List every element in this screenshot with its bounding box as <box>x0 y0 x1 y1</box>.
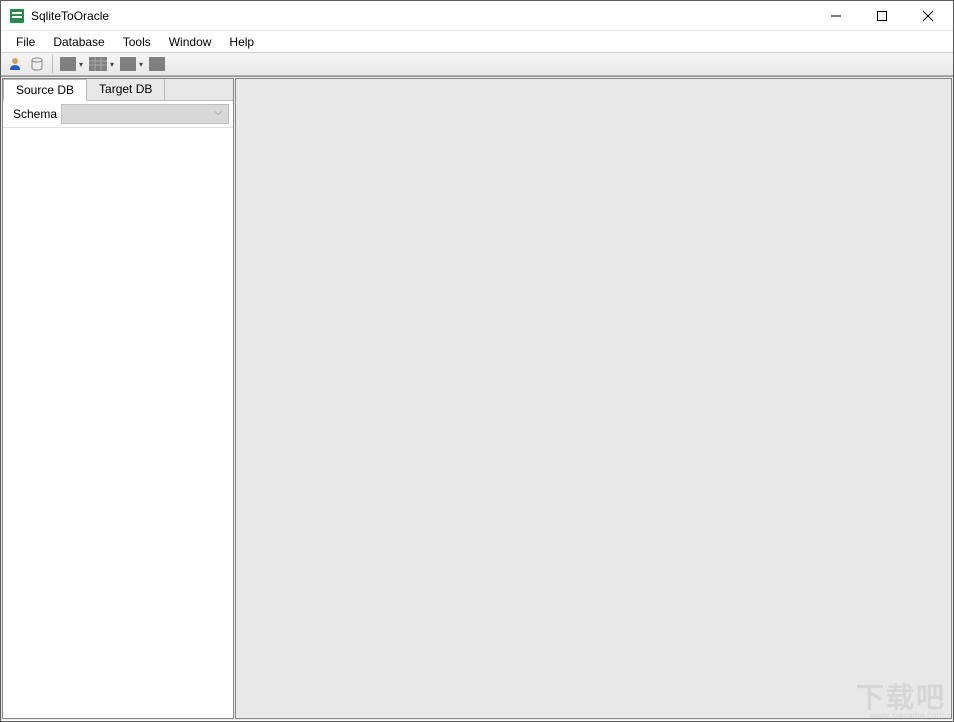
menu-tools[interactable]: Tools <box>114 33 160 51</box>
square-icon <box>149 57 165 71</box>
toolbar: ▾ ▾ ▾ <box>1 52 953 76</box>
menu-file[interactable]: File <box>7 33 44 51</box>
chevron-down-icon: ▾ <box>79 60 83 69</box>
sidebar-tabs: Source DB Target DB <box>3 79 233 101</box>
window-title: SqliteToOracle <box>31 9 813 23</box>
toolbar-dropdown-1[interactable]: ▾ <box>58 57 85 71</box>
main-workspace <box>235 78 952 719</box>
content-area: Source DB Target DB Schema <box>1 76 953 720</box>
toolbar-db-icon[interactable] <box>27 54 47 74</box>
square-icon <box>60 57 76 71</box>
schema-dropdown[interactable] <box>61 104 229 124</box>
close-button[interactable] <box>905 1 951 31</box>
tab-target-db[interactable]: Target DB <box>87 79 165 100</box>
chevron-down-icon: ▾ <box>110 60 114 69</box>
toolbar-user-icon[interactable] <box>5 54 25 74</box>
menu-help[interactable]: Help <box>220 33 263 51</box>
window-controls <box>813 1 951 31</box>
app-icon <box>9 8 25 24</box>
titlebar: SqliteToOracle <box>1 1 953 31</box>
toolbar-dropdown-3[interactable]: ▾ <box>118 57 145 71</box>
schema-label: Schema <box>7 107 57 121</box>
maximize-button[interactable] <box>859 1 905 31</box>
tree-area[interactable] <box>3 128 233 718</box>
schema-row: Schema <box>3 101 233 128</box>
grid-icon <box>89 57 107 71</box>
side-panel: Source DB Target DB Schema <box>2 78 234 719</box>
square-icon <box>120 57 136 71</box>
toolbar-separator <box>52 55 53 73</box>
toolbar-button-4[interactable] <box>147 54 167 74</box>
menu-window[interactable]: Window <box>160 33 221 51</box>
chevron-down-icon: ▾ <box>139 60 143 69</box>
tab-source-db[interactable]: Source DB <box>3 79 87 101</box>
minimize-button[interactable] <box>813 1 859 31</box>
toolbar-dropdown-2[interactable]: ▾ <box>87 57 116 71</box>
menu-database[interactable]: Database <box>44 33 113 51</box>
menubar: File Database Tools Window Help <box>1 31 953 52</box>
